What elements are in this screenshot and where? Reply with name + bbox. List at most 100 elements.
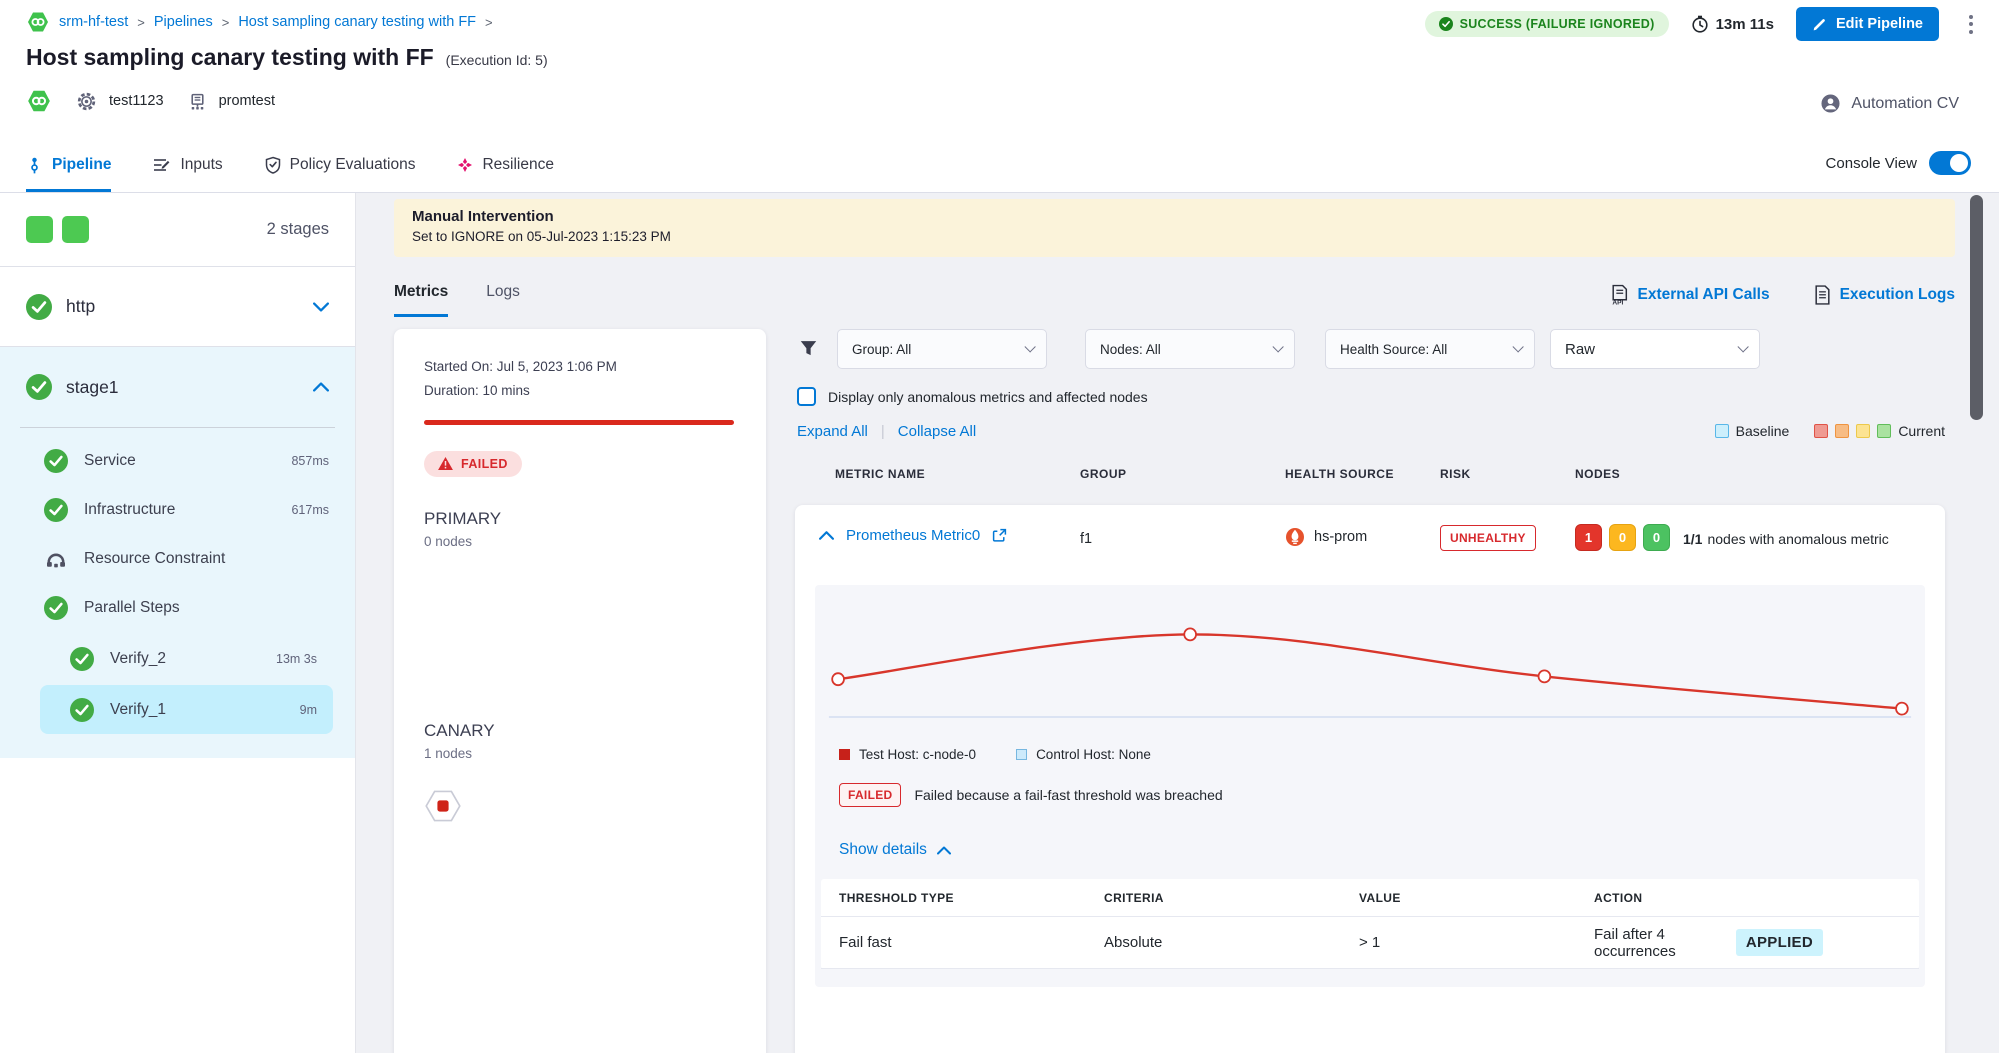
external-api-calls-link[interactable]: API External API Calls <box>1610 284 1770 305</box>
metrics-table-header: METRIC NAME GROUP HEALTH SOURCE RISK NOD… <box>795 467 1945 487</box>
app-header: srm-hf-test > Pipelines > Host sampling … <box>0 0 1999 193</box>
sidebar-stage-stage1[interactable]: stage1 <box>0 347 355 427</box>
chevron-down-icon <box>1737 341 1748 352</box>
control-host-label: Control Host: None <box>1036 747 1151 762</box>
node-chip-healthy: 0 <box>1643 524 1670 551</box>
group-filter-dropdown[interactable]: Group: All <box>837 329 1047 369</box>
chevron-up-icon <box>313 382 329 392</box>
prometheus-icon <box>1285 527 1305 547</box>
breadcrumb-separator: > <box>222 15 230 30</box>
document-icon <box>1814 285 1831 305</box>
step-duration: 617ms <box>291 503 329 517</box>
breadcrumb-separator: > <box>137 15 145 30</box>
success-check-icon <box>70 698 94 722</box>
elapsed-time: 13m 11s <box>1691 15 1774 33</box>
warning-triangle-icon <box>438 457 453 470</box>
console-view-toggle[interactable] <box>1929 151 1971 175</box>
check-circle-icon <box>1439 17 1453 31</box>
nodes-filter-dropdown[interactable]: Nodes: All <box>1085 329 1295 369</box>
chart-color-legend: Baseline Current <box>1715 423 1945 439</box>
manual-intervention-banner: Manual Intervention Set to IGNORE on 05-… <box>394 199 1955 257</box>
node-chip-unhealthy: 1 <box>1575 524 1602 551</box>
pencil-icon <box>1812 17 1827 32</box>
console-view-label: Console View <box>1826 155 1917 172</box>
verification-status-badge: FAILED <box>424 451 522 477</box>
threshold-details-table: THRESHOLD TYPE CRITERIA VALUE ACTION Fai… <box>821 879 1919 969</box>
step-duration: 9m <box>300 703 317 717</box>
sidebar-step-infrastructure[interactable]: Infrastructure 617ms <box>0 485 355 534</box>
execution-logs-link[interactable]: Execution Logs <box>1814 284 1955 305</box>
metric-row[interactable]: Prometheus Metric0 f1 hs-prom UNHEALTHY … <box>795 505 1945 571</box>
success-check-icon <box>44 596 68 620</box>
user-name: Automation CV <box>1851 95 1959 113</box>
execution-summary-card: Started On: Jul 5, 2023 1:06 PM Duration… <box>394 329 766 1053</box>
current-swatch-yellow <box>1856 424 1870 438</box>
execution-sidebar: 2 stages http stage1 Service 857ms Infra… <box>0 193 356 1053</box>
threshold-type: Fail fast <box>839 934 1104 951</box>
show-details-link[interactable]: Show details <box>839 841 951 859</box>
chevron-up-icon <box>937 846 951 855</box>
tab-policy-evaluations[interactable]: Policy Evaluations <box>265 137 416 192</box>
pipeline-icon <box>26 157 43 174</box>
baseline-swatch <box>1715 424 1729 438</box>
view-mode-dropdown[interactable]: Raw <box>1550 329 1760 369</box>
collapse-all-link[interactable]: Collapse All <box>898 423 976 440</box>
metric-name-link[interactable]: Prometheus Metric0 <box>846 527 980 544</box>
external-link-icon[interactable] <box>992 528 1007 543</box>
tab-resilience[interactable]: Resilience <box>457 137 554 192</box>
col-value: VALUE <box>1359 891 1594 905</box>
collapse-chevron-icon[interactable] <box>819 531 834 540</box>
resource-constraint-icon <box>44 547 68 571</box>
action: Fail after 4 occurrences <box>1594 926 1736 960</box>
health-source-filter-dropdown[interactable]: Health Source: All <box>1325 329 1535 369</box>
tab-logs[interactable]: Logs <box>486 283 520 317</box>
col-risk: RISK <box>1440 467 1471 481</box>
tab-inputs[interactable]: Inputs <box>153 137 222 192</box>
main-content: Manual Intervention Set to IGNORE on 05-… <box>356 193 1999 1053</box>
applied-badge: APPLIED <box>1736 929 1823 956</box>
chevron-down-icon <box>313 302 329 312</box>
service-name[interactable]: test1123 <box>109 93 164 109</box>
tab-pipeline[interactable]: Pipeline <box>26 137 111 192</box>
success-check-icon <box>44 449 68 473</box>
col-group: GROUP <box>1080 467 1127 481</box>
step-duration: 13m 3s <box>276 652 317 666</box>
breadcrumb-pipelines[interactable]: Pipelines <box>154 14 213 30</box>
sidebar-step-service[interactable]: Service 857ms <box>0 436 355 485</box>
user-icon <box>1820 93 1841 114</box>
chevron-down-icon <box>1272 341 1283 352</box>
srm-module-icon <box>26 10 50 34</box>
metric-line-chart <box>825 591 1915 731</box>
external-api-icon: API <box>1610 284 1629 305</box>
sidebar-step-verify1[interactable]: Verify_1 9m <box>40 685 333 734</box>
breadcrumb-project[interactable]: srm-hf-test <box>59 14 128 30</box>
duration: Duration: 10 mins <box>424 379 736 403</box>
resilience-icon <box>457 157 473 173</box>
success-check-icon <box>26 294 52 320</box>
node-risk-chips: 1 0 0 <box>1575 524 1670 551</box>
srm-module-icon <box>26 88 52 114</box>
edit-pipeline-button[interactable]: Edit Pipeline <box>1796 7 1939 41</box>
canary-node-icon[interactable] <box>424 787 462 825</box>
step-duration: 857ms <box>291 454 329 468</box>
user-chip[interactable]: Automation CV <box>1820 93 1959 114</box>
expand-all-link[interactable]: Expand All <box>797 423 868 440</box>
sidebar-step-parallel-steps[interactable]: Parallel Steps <box>0 583 355 632</box>
breadcrumb-pipeline-name[interactable]: Host sampling canary testing with FF <box>238 14 476 30</box>
test-host-label: Test Host: c-node-0 <box>859 747 976 762</box>
sidebar-step-verify2[interactable]: Verify_2 13m 3s <box>40 634 333 683</box>
anomalous-nodes-text: 1/1nodes with anomalous metric <box>1683 531 1889 547</box>
sidebar-stage-http[interactable]: http <box>0 267 355 347</box>
sidebar-step-resource-constraint[interactable]: Resource Constraint <box>0 534 355 583</box>
health-source-name[interactable]: promtest <box>219 93 275 109</box>
risk-badge: UNHEALTHY <box>1440 525 1536 551</box>
tab-metrics[interactable]: Metrics <box>394 283 448 317</box>
progress-bar <box>424 420 734 425</box>
vertical-scrollbar-thumb[interactable] <box>1970 195 1983 420</box>
filter-icon <box>799 339 818 358</box>
main-tabbar: Pipeline Inputs Policy Evaluations Resil… <box>0 137 1999 193</box>
stage-square-icon <box>62 216 89 243</box>
more-options-button[interactable] <box>1961 9 1981 40</box>
success-check-icon <box>70 647 94 671</box>
anomalous-only-checkbox[interactable] <box>797 387 816 406</box>
